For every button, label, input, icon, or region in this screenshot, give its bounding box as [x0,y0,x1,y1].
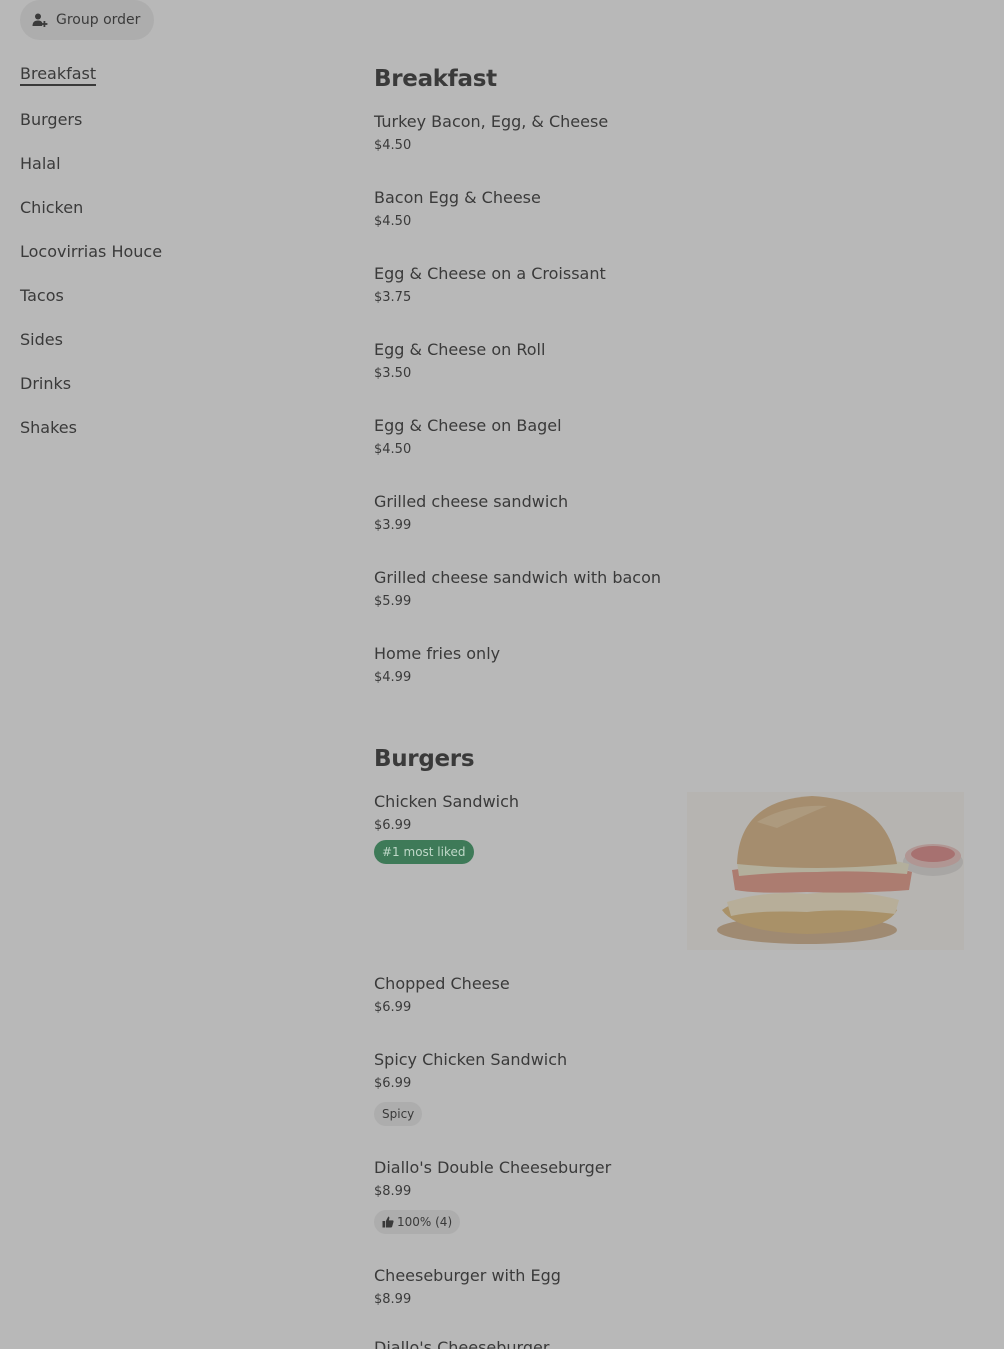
menu-item-name: Bacon Egg & Cheese [374,188,541,207]
section-title-breakfast: Breakfast [374,66,497,92]
sidebar-item-chicken[interactable]: Chicken [20,198,83,217]
menu-item[interactable]: Bacon Egg & Cheese $4.50 [374,188,964,229]
menu-item[interactable]: Grilled cheese sandwich with bacon $5.99 [374,568,964,609]
menu-item-price: $4.50 [374,214,412,229]
menu-item-name: Egg & Cheese on Roll [374,340,546,359]
menu-item-price: $6.99 [374,1076,412,1091]
group-order-button[interactable]: Group order [20,0,154,40]
menu-item-name: Diallo's Double Cheeseburger [374,1158,612,1177]
person-add-icon [32,13,48,27]
sidebar-item-sides[interactable]: Sides [20,330,63,349]
menu-item[interactable]: Egg & Cheese on a Croissant $3.75 [374,264,964,305]
chicken-sandwich-photo[interactable] [687,792,964,950]
menu-item-name: Spicy Chicken Sandwich [374,1050,568,1069]
menu-page: Group order Breakfast Burgers Halal Chic… [0,0,1004,1349]
menu-item[interactable]: Diallo's Cheeseburger [374,1338,964,1349]
menu-item-price: $3.50 [374,366,412,381]
sidebar-item-shakes[interactable]: Shakes [20,418,77,437]
menu-item[interactable]: Home fries only $4.99 [374,644,964,685]
menu-item[interactable]: Grilled cheese sandwich $3.99 [374,492,964,533]
sidebar-item-burgers[interactable]: Burgers [20,110,82,129]
thumbs-up-icon [382,1216,394,1228]
menu-item-name: Grilled cheese sandwich [374,492,569,511]
menu-item-price: $3.99 [374,518,412,533]
sidebar-item-locovirrias-houce[interactable]: Locovirrias Houce [20,242,162,261]
sidebar-item-halal[interactable]: Halal [20,154,61,173]
menu-item-price: $4.99 [374,670,412,685]
menu-item[interactable]: Egg & Cheese on Roll $3.50 [374,340,964,381]
menu-item-name: Chopped Cheese [374,974,510,993]
menu-item[interactable]: Egg & Cheese on Bagel $4.50 [374,416,964,457]
menu-item[interactable]: Chopped Cheese $6.99 [374,974,964,1015]
menu-item[interactable]: Cheeseburger with Egg $8.99 [374,1266,964,1307]
rating-text: 100% (4) [397,1215,453,1229]
menu-item-name: Home fries only [374,644,501,663]
menu-item-price: $8.99 [374,1292,412,1307]
chicken-sandwich-image [687,792,964,950]
section-title-burgers: Burgers [374,746,475,772]
menu-item-price: $8.99 [374,1184,412,1199]
menu-item-name: Grilled cheese sandwich with bacon [374,568,661,587]
menu-item-price: $5.99 [374,594,412,609]
group-order-label: Group order [56,12,141,28]
menu-item[interactable]: Turkey Bacon, Egg, & Cheese $4.50 [374,112,964,153]
menu-item-name: Turkey Bacon, Egg, & Cheese [374,112,609,131]
menu-item[interactable]: Spicy Chicken Sandwich $6.99 Spicy [374,1050,964,1130]
menu-item-price: $4.50 [374,442,412,457]
menu-item-name: Cheeseburger with Egg [374,1266,561,1285]
menu-item-price: $6.99 [374,1000,412,1015]
rating-badge: 100% (4) [374,1210,461,1234]
menu-item[interactable]: Diallo's Double Cheeseburger $8.99 100% … [374,1158,964,1238]
sidebar-item-breakfast[interactable]: Breakfast [20,64,97,86]
menu-item-price: $4.50 [374,138,412,153]
menu-item-name: Egg & Cheese on a Croissant [374,264,606,283]
sidebar-item-drinks[interactable]: Drinks [20,374,71,393]
spicy-badge: Spicy [374,1102,423,1126]
menu-item-price: $3.75 [374,290,412,305]
menu-item-name: Diallo's Cheeseburger [374,1338,550,1349]
most-liked-badge: #1 most liked [374,840,474,864]
sidebar-item-tacos[interactable]: Tacos [20,286,64,305]
menu-item-name: Egg & Cheese on Bagel [374,416,562,435]
